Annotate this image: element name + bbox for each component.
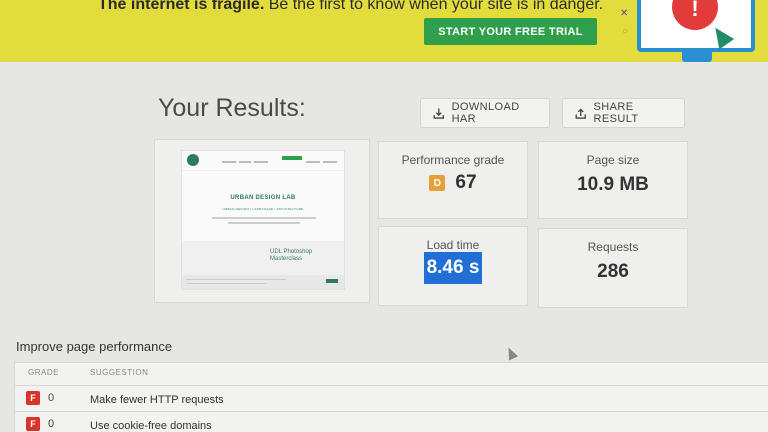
performance-grade-card: Performance grade D 67 [378, 141, 528, 219]
suggestions-table: GRADE SUGGESTION F 0 Make fewer HTTP req… [14, 362, 768, 432]
load-time-label: Load time [426, 238, 480, 252]
load-time-value[interactable]: 8.46 s [423, 252, 483, 284]
thumb-nav-button [282, 156, 302, 160]
thumb-menu-item [306, 161, 320, 163]
monitor-stand [682, 52, 712, 62]
share-result-label: SHARE RESULT [593, 101, 639, 125]
thumb-menu-item [254, 161, 268, 163]
column-header-suggestion: SUGGESTION [90, 368, 149, 377]
page-screenshot-card: URBAN DESIGN LAB URBAN DESIGN | LANDSCAP… [154, 139, 370, 303]
page-size-label: Page size [586, 153, 640, 167]
performance-grade-label: Performance grade [401, 153, 505, 167]
mouse-pointer-icon [503, 345, 519, 361]
banner-headline: The internet is fragile. Be the first to… [98, 0, 603, 14]
thumb-text-line [186, 283, 266, 284]
thumb-logo [187, 154, 199, 166]
thumb-text-line [228, 222, 300, 224]
thumb-navbar [182, 151, 344, 171]
page-title: Your Results: [158, 94, 306, 122]
banner-headline-rest: Be the first to know when your site is i… [264, 0, 604, 13]
thumb-text-line [186, 279, 286, 280]
download-icon [433, 108, 444, 119]
improve-section-title: Improve page performance [16, 339, 173, 354]
requests-card: Requests 286 [538, 228, 688, 308]
row-suggestion: Use cookie-free domains [90, 420, 212, 432]
promo-banner: The internet is fragile. Be the first to… [0, 0, 768, 62]
thumb-menu-item [239, 161, 251, 163]
grade-badge: F [26, 391, 40, 405]
column-header-grade: GRADE [28, 368, 59, 377]
page-size-value: 10.9 MB [577, 174, 649, 195]
page-screenshot: URBAN DESIGN LAB URBAN DESIGN | LANDSCAP… [181, 150, 345, 290]
download-har-label: DOWNLOAD HAR [451, 101, 520, 125]
thumb-cookie-button [326, 279, 338, 283]
start-free-trial-button[interactable]: START YOUR FREE TRIAL [424, 18, 597, 45]
banner-headline-bold: The internet is fragile. [98, 0, 265, 13]
row-suggestion: Make fewer HTTP requests [90, 394, 224, 406]
sparkle-icon: ✕ [620, 8, 629, 19]
page-size-card: Page size 10.9 MB [538, 141, 688, 219]
row-score: 0 [48, 418, 55, 430]
thumb-menu-item [222, 161, 236, 163]
grade-badge: D [429, 175, 446, 191]
table-row[interactable]: F 0 Use cookie-free domains [15, 411, 768, 432]
grade-badge: F [26, 417, 40, 431]
share-icon [575, 107, 586, 119]
thumb-site-name: URBAN DESIGN LAB [230, 195, 296, 201]
performance-score: 67 [455, 172, 477, 193]
ring-icon: ○ [622, 26, 629, 37]
row-score: 0 [48, 392, 55, 404]
share-result-button[interactable]: SHARE RESULT [562, 98, 685, 128]
thumb-menu-item [323, 161, 337, 163]
thumb-course-title: UDL Photoshop Masterclass [270, 249, 313, 262]
requests-label: Requests [587, 240, 639, 254]
download-har-button[interactable]: DOWNLOAD HAR [420, 98, 550, 128]
requests-value: 286 [597, 261, 629, 282]
thumb-text-line [212, 217, 316, 219]
load-time-card: Load time 8.46 s [378, 226, 528, 306]
table-row[interactable]: F 0 Make fewer HTTP requests [15, 385, 768, 411]
thumb-site-tagline: URBAN DESIGN | LANDSCAPE | ARCHITECTURE [222, 207, 304, 211]
